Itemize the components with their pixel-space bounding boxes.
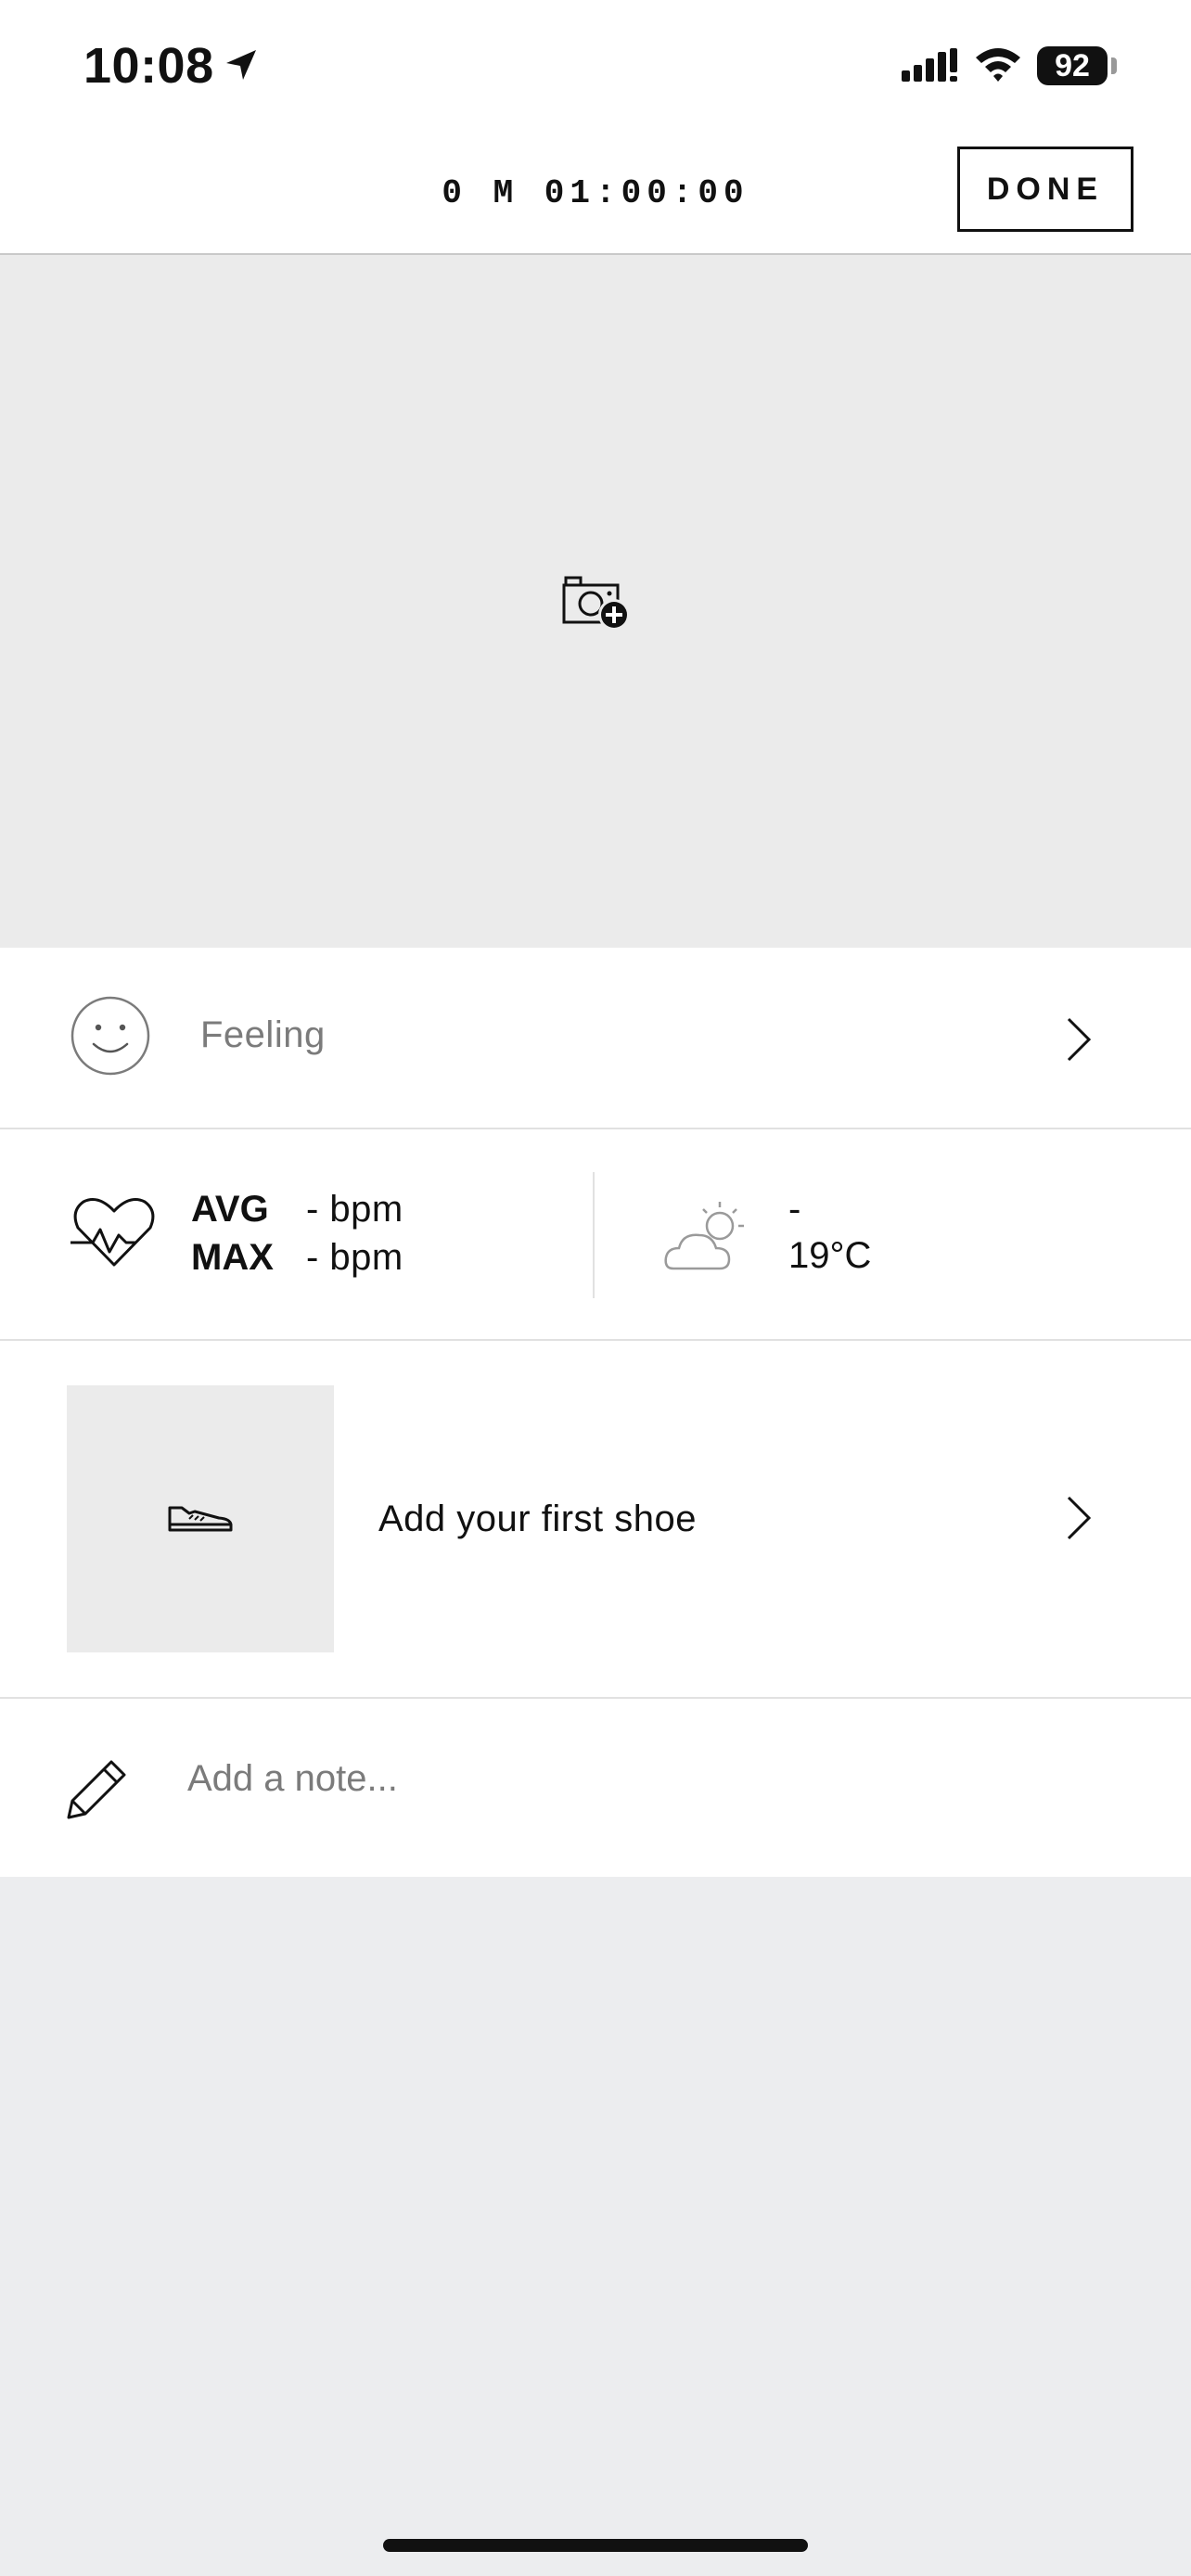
- stats-row: AVG - bpm MAX - bpm - 19°C: [0, 1129, 1191, 1341]
- shoe-icon: [168, 1506, 233, 1532]
- stats-divider: [593, 1172, 595, 1298]
- add-shoe-label: Add your first shoe: [378, 1498, 697, 1539]
- avg-label: AVG: [191, 1189, 269, 1230]
- avg-value: - bpm: [306, 1189, 403, 1230]
- status-bar: 10:08 92: [0, 0, 1191, 130]
- feeling-label: Feeling: [200, 1014, 326, 1055]
- battery-nub: [1111, 57, 1117, 74]
- max-label: MAX: [191, 1237, 274, 1278]
- note-input[interactable]: [186, 1745, 1024, 1812]
- location-arrow-icon: [226, 50, 256, 80]
- top-bar: 0 M 01:00:00 DONE: [0, 130, 1191, 255]
- chevron-right-icon: [1067, 1017, 1092, 1062]
- wifi-icon: [976, 48, 1020, 82]
- pencil-icon: [67, 1760, 126, 1819]
- feeling-row[interactable]: Feeling: [0, 948, 1191, 1129]
- weather-temperature: 19°C: [788, 1235, 872, 1276]
- cellular-signal-icon: [902, 48, 957, 82]
- chevron-right-icon: [1067, 1496, 1092, 1540]
- weather-condition: -: [788, 1189, 801, 1230]
- add-photo-area[interactable]: [0, 255, 1191, 948]
- shoe-row[interactable]: Add your first shoe: [0, 1341, 1191, 1699]
- home-indicator[interactable]: [383, 2539, 808, 2552]
- battery-icon: 92: [1037, 46, 1108, 85]
- done-button[interactable]: DONE: [957, 147, 1133, 232]
- smiley-icon: [70, 996, 150, 1076]
- shoe-thumbnail: [67, 1385, 334, 1652]
- status-time: 10:08: [83, 38, 214, 94]
- max-value: - bpm: [306, 1237, 403, 1278]
- camera-add-icon[interactable]: [557, 568, 634, 633]
- note-row[interactable]: [0, 1699, 1191, 1877]
- heart-rate-icon: [70, 1198, 155, 1267]
- partly-cloudy-icon: [664, 1202, 744, 1270]
